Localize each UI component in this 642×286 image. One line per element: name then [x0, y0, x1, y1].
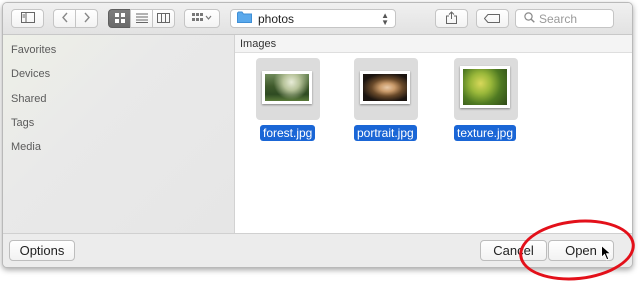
column-view-button[interactable]: [152, 9, 175, 28]
file-item-portrait[interactable]: portrait.jpg: [348, 58, 424, 146]
sidebar-item-devices[interactable]: Devices: [11, 68, 50, 80]
forward-button[interactable]: [75, 9, 98, 28]
thumbnail-background: [354, 58, 418, 120]
folder-icon: [237, 11, 252, 26]
list-view-icon: [135, 12, 148, 26]
file-name[interactable]: forest.jpg: [260, 125, 316, 141]
path-label: photos: [258, 11, 295, 26]
path-popup[interactable]: photos ▲ ▼: [230, 9, 396, 28]
updown-arrows-icon: ▲ ▼: [381, 10, 389, 27]
file-browser: Images forest.jpg portrait.jpg texture.j…: [235, 35, 632, 233]
column-header-label: Images: [240, 38, 277, 50]
grid-arrange-icon: [192, 12, 212, 26]
open-file-dialog: photos ▲▼ Favorites Devices Shared Tags …: [2, 2, 633, 268]
file-item-texture[interactable]: texture.jpg: [448, 58, 524, 146]
cursor-icon: [601, 244, 613, 264]
share-icon: [446, 10, 457, 27]
share-button[interactable]: [435, 9, 468, 28]
thumbnail-background: [256, 58, 320, 120]
column-view-icon: [157, 12, 170, 26]
tags-button[interactable]: [476, 9, 509, 28]
sidebar-item-favorites[interactable]: Favorites: [11, 44, 56, 56]
tag-icon: [484, 12, 501, 26]
icon-view-button[interactable]: [108, 9, 131, 28]
forest-thumbnail: [262, 71, 312, 104]
file-item-forest[interactable]: forest.jpg: [250, 58, 326, 146]
search-input[interactable]: [539, 11, 609, 26]
chevron-right-icon: [83, 12, 91, 26]
back-button[interactable]: [53, 9, 76, 28]
thumbnail-background: [454, 58, 518, 120]
sidebar-item-shared[interactable]: Shared: [11, 93, 46, 105]
search-icon: [524, 11, 535, 26]
toolbar: photos ▲ ▼: [3, 3, 632, 35]
sidebar-item-tags[interactable]: Tags: [11, 117, 34, 129]
column-header: Images: [235, 35, 632, 53]
sidebar-item-media[interactable]: Media: [11, 141, 41, 153]
list-view-button[interactable]: [130, 9, 153, 28]
options-button[interactable]: Options: [9, 240, 75, 261]
file-name[interactable]: portrait.jpg: [354, 125, 417, 141]
sidebar: Favorites Devices Shared Tags Media: [3, 35, 235, 233]
sidebar-toggle-button[interactable]: [11, 9, 44, 28]
chevron-left-icon: [61, 12, 69, 26]
portrait-thumbnail: [360, 71, 410, 104]
file-name[interactable]: texture.jpg: [454, 125, 517, 141]
sidebar-icon: [20, 11, 35, 26]
search-field[interactable]: [515, 9, 614, 28]
arrange-button[interactable]: [184, 9, 220, 28]
icon-view-icon: [114, 12, 125, 26]
texture-thumbnail: [460, 66, 510, 108]
